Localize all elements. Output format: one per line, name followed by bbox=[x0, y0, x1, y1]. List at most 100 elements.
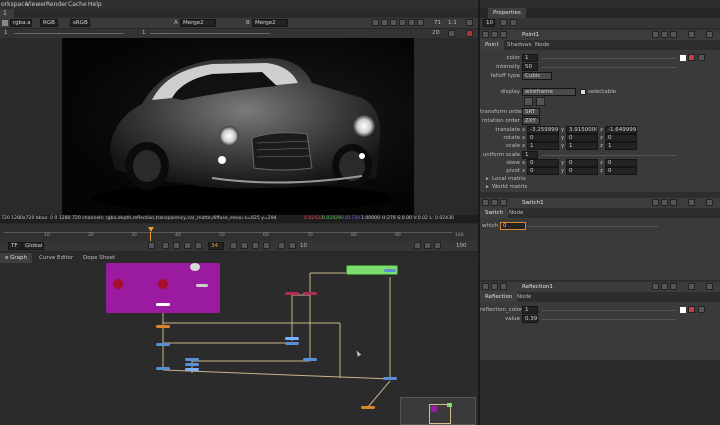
redo-icon[interactable] bbox=[661, 283, 668, 290]
collapse-icon[interactable] bbox=[482, 31, 489, 38]
local-matrix-toggle[interactable]: ▸ bbox=[486, 176, 489, 182]
next-frame-icon[interactable] bbox=[230, 242, 237, 249]
tab-properties[interactable]: Properties bbox=[488, 8, 526, 18]
write-node[interactable] bbox=[361, 406, 375, 409]
which-slider[interactable] bbox=[528, 222, 658, 227]
max-panels[interactable]: 10 bbox=[483, 19, 495, 27]
scene-node[interactable] bbox=[156, 303, 170, 306]
pivot-z[interactable]: 0 bbox=[605, 167, 637, 175]
merge-output-node[interactable] bbox=[383, 377, 397, 380]
undo-icon[interactable] bbox=[652, 31, 659, 38]
pivot-x[interactable]: 0 bbox=[527, 167, 559, 175]
gamma-slider[interactable] bbox=[150, 33, 270, 34]
bounce-icon[interactable] bbox=[414, 242, 421, 249]
wipe-icon[interactable] bbox=[417, 19, 424, 26]
tab-point[interactable]: Point bbox=[480, 40, 504, 50]
selectable-checkbox[interactable] bbox=[580, 89, 586, 95]
color-slider[interactable] bbox=[542, 54, 676, 59]
lock-icon[interactable] bbox=[448, 30, 455, 37]
ratio-value[interactable]: 1:1 bbox=[448, 20, 457, 26]
scale-x[interactable]: 1 bbox=[527, 142, 559, 150]
out-frame[interactable]: 100 bbox=[456, 243, 467, 249]
scale-z[interactable]: 1 bbox=[605, 142, 637, 150]
channel-icon[interactable] bbox=[2, 20, 8, 26]
next-key-icon[interactable] bbox=[252, 242, 259, 249]
flipbook-icon[interactable] bbox=[434, 242, 441, 249]
lock-panel-icon[interactable] bbox=[500, 19, 507, 26]
reflection-node-2[interactable] bbox=[285, 342, 299, 345]
close-panel-icon[interactable] bbox=[706, 199, 713, 206]
tab-node[interactable]: Node bbox=[504, 208, 528, 218]
reflection1-header[interactable]: Reflection1 bbox=[480, 282, 720, 292]
intensity-slider[interactable] bbox=[542, 63, 676, 68]
skew-x[interactable]: 0 bbox=[527, 159, 559, 167]
which-field[interactable]: 0 bbox=[500, 222, 526, 230]
redo-icon[interactable] bbox=[661, 199, 668, 206]
current-frame[interactable]: 34 bbox=[208, 242, 224, 250]
reflection-color-slider[interactable] bbox=[542, 306, 676, 311]
step-value[interactable]: 10 bbox=[300, 243, 307, 249]
world-matrix-toggle[interactable]: ▸ bbox=[486, 184, 489, 190]
cache-icon[interactable] bbox=[424, 242, 431, 249]
last-frame-icon[interactable] bbox=[263, 242, 270, 249]
switch1-title[interactable]: Switch1 bbox=[522, 200, 544, 206]
tab-curve-editor[interactable]: Curve Editor bbox=[34, 253, 78, 263]
uniform-scale-field[interactable]: 1 bbox=[522, 151, 538, 159]
scanline-node-1[interactable] bbox=[156, 343, 170, 346]
node-graph[interactable] bbox=[0, 263, 478, 425]
scale-y[interactable]: 1 bbox=[566, 142, 598, 150]
backdrop-inner-node[interactable] bbox=[196, 284, 208, 287]
undo-icon[interactable] bbox=[652, 283, 659, 290]
help-icon[interactable] bbox=[688, 283, 695, 290]
rotate-x[interactable]: 0 bbox=[527, 134, 559, 142]
translate-y[interactable]: 3.91500009 bbox=[566, 126, 598, 134]
rotation-order-select[interactable]: ZXY bbox=[522, 117, 540, 125]
reflection1-title[interactable]: Reflection1 bbox=[522, 284, 553, 290]
falloff-select[interactable]: Cubic bbox=[522, 72, 552, 80]
fps-select[interactable]: TF bbox=[8, 242, 22, 250]
selected-node-output[interactable] bbox=[384, 269, 396, 272]
color-icon[interactable] bbox=[500, 31, 507, 38]
tab-node[interactable]: Node bbox=[512, 292, 536, 302]
color-picker-icon[interactable] bbox=[688, 54, 695, 61]
step-icon[interactable] bbox=[278, 242, 285, 249]
collapse-icon[interactable] bbox=[482, 283, 489, 290]
frame-a-value[interactable]: 1 bbox=[4, 30, 8, 36]
value-slider[interactable] bbox=[542, 315, 676, 320]
intensity-field[interactable]: 50 bbox=[522, 63, 538, 71]
node-graph-navigator[interactable] bbox=[400, 397, 476, 425]
sphere-node[interactable] bbox=[190, 263, 200, 271]
skew-y[interactable]: 0 bbox=[566, 159, 598, 167]
menu-viewer[interactable]: Viewer bbox=[26, 1, 46, 8]
playhead-marker[interactable] bbox=[148, 227, 154, 232]
light-node-2[interactable] bbox=[158, 279, 168, 289]
merge-node-2[interactable] bbox=[303, 292, 317, 295]
scanline-node-3[interactable] bbox=[185, 363, 199, 366]
close-panel-icon[interactable] bbox=[706, 31, 713, 38]
grid-icon[interactable] bbox=[381, 19, 388, 26]
handle-icon[interactable] bbox=[524, 97, 533, 106]
reflection-color-field[interactable]: 1 bbox=[522, 306, 538, 314]
prev-key-icon[interactable] bbox=[173, 242, 180, 249]
color-icon[interactable] bbox=[500, 199, 507, 206]
fit-icon[interactable] bbox=[466, 19, 473, 26]
axis-icon[interactable] bbox=[536, 97, 545, 106]
point1-header[interactable]: Point1 bbox=[480, 30, 720, 40]
prev-frame-icon[interactable] bbox=[195, 242, 202, 249]
display-select[interactable]: wireframe bbox=[522, 88, 576, 96]
rotate-y[interactable]: 0 bbox=[566, 134, 598, 142]
viewer-canvas[interactable] bbox=[0, 38, 478, 215]
close-panel-icon[interactable] bbox=[706, 283, 713, 290]
skew-z[interactable]: 0 bbox=[605, 159, 637, 167]
zoom-value[interactable]: 71 bbox=[434, 20, 441, 26]
roi-icon[interactable] bbox=[372, 19, 379, 26]
color-icon[interactable] bbox=[500, 283, 507, 290]
view-mode[interactable]: 2D bbox=[432, 30, 440, 36]
translate-x[interactable]: -3.25999999 bbox=[527, 126, 559, 134]
camera-icon[interactable] bbox=[390, 19, 397, 26]
gain-slider[interactable] bbox=[14, 33, 124, 34]
overlay-icon[interactable] bbox=[408, 19, 415, 26]
tab-dope-sheet[interactable]: Dope Sheet bbox=[78, 253, 120, 263]
value-field[interactable]: 0.39 bbox=[522, 315, 538, 323]
float-icon[interactable] bbox=[491, 31, 498, 38]
